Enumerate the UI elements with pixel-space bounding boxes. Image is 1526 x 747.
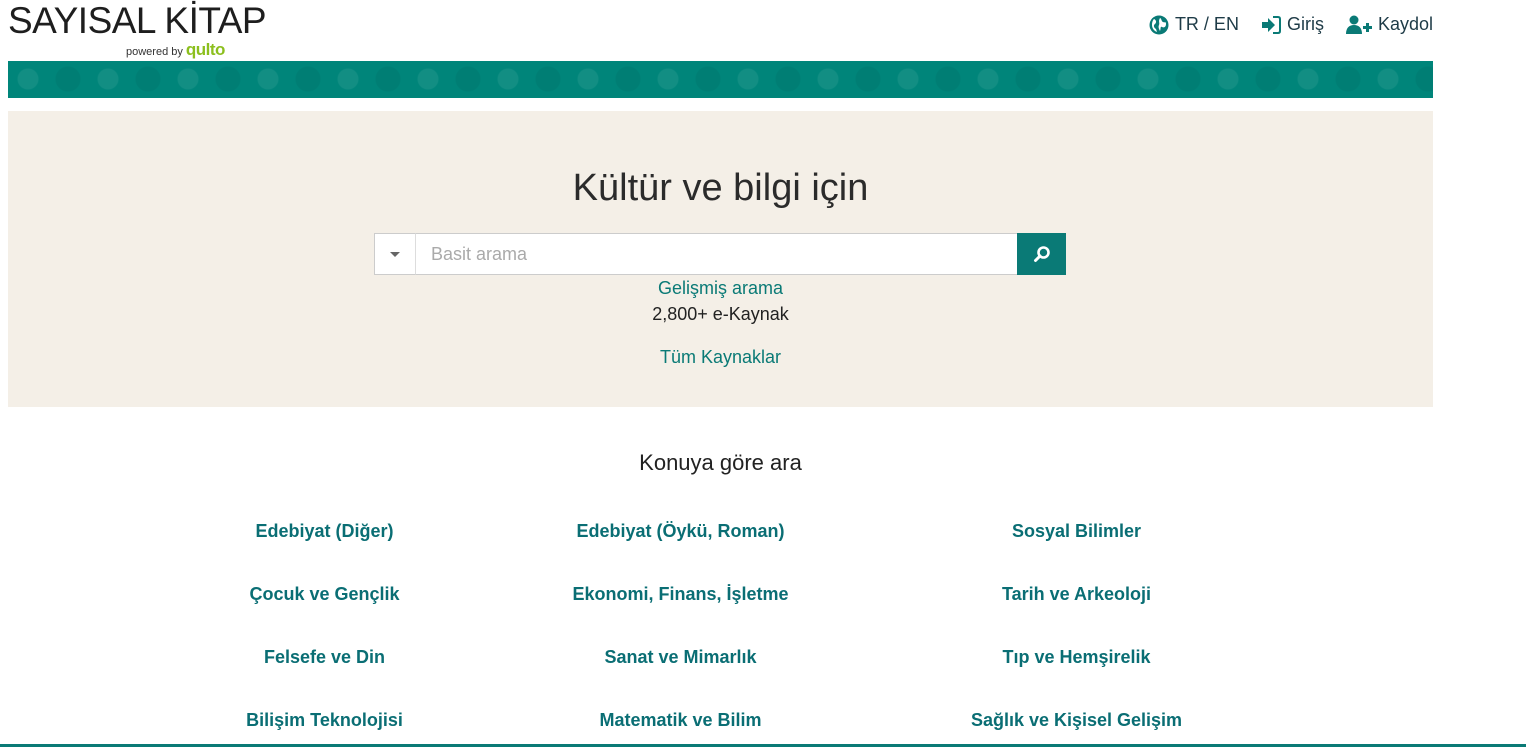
qulto-logo: qulto xyxy=(185,40,226,59)
all-resources-link[interactable]: Tüm Kaynaklar xyxy=(8,347,1433,368)
hero-title: Kültür ve bilgi için xyxy=(572,167,869,209)
subject-link[interactable]: Tıp ve Hemşirelik xyxy=(879,644,1275,670)
language-switch[interactable]: TR / EN xyxy=(1149,14,1239,35)
subject-link[interactable]: Tarih ve Arkeoloji xyxy=(879,581,1275,607)
caret-down-icon xyxy=(390,251,400,257)
subject-link[interactable]: Sağlık ve Kişisel Gelişim xyxy=(879,707,1275,733)
header: SAYISAL KİTAP powered by qulto TR / EN Gi… xyxy=(8,0,1433,61)
subject-link[interactable]: Çocuk ve Gençlik xyxy=(167,581,483,607)
login-link[interactable]: Giriş xyxy=(1261,14,1324,35)
search-bar xyxy=(374,233,1066,275)
logo-powered-by: powered by qulto xyxy=(126,40,225,60)
register-label: Kaydol xyxy=(1377,14,1433,34)
register-link[interactable]: Kaydol xyxy=(1345,14,1433,35)
advanced-search-link[interactable]: Gelişmiş arama xyxy=(8,278,1433,299)
search-type-dropdown[interactable] xyxy=(374,233,416,275)
search-input[interactable] xyxy=(416,233,1017,275)
subject-link[interactable]: Matematik ve Bilim xyxy=(483,707,879,733)
subject-link[interactable]: Felsefe ve Din xyxy=(167,644,483,670)
resource-count: 2,800+ e-Kaynak xyxy=(652,304,789,324)
subject-link[interactable]: Edebiyat (Öykü, Roman) xyxy=(483,518,879,544)
language-label: TR / EN xyxy=(1174,14,1239,34)
logo[interactable]: SAYISAL KİTAP powered by qulto xyxy=(8,0,267,60)
subjects-title: Konuya göre ara xyxy=(639,450,802,475)
decorative-banner xyxy=(8,61,1433,98)
hero-section: Kültür ve bilgi için Gelişmiş arama 2,80… xyxy=(8,111,1433,407)
login-label: Giriş xyxy=(1286,14,1324,34)
subjects-grid: Edebiyat (Diğer) Edebiyat (Öykü, Roman) … xyxy=(8,518,1433,733)
subject-link[interactable]: Sanat ve Mimarlık xyxy=(483,644,879,670)
globe-icon xyxy=(1149,15,1169,34)
powered-by-label: powered by xyxy=(126,46,183,58)
top-nav: TR / EN Giriş Kaydol xyxy=(1149,14,1433,35)
search-icon xyxy=(1033,246,1050,262)
subject-link[interactable]: Sosyal Bilimler xyxy=(879,518,1275,544)
user-plus-icon xyxy=(1345,15,1372,34)
sign-in-icon xyxy=(1261,15,1281,34)
subject-link[interactable]: Edebiyat (Diğer) xyxy=(167,518,483,544)
subject-link[interactable]: Bilişim Teknolojisi xyxy=(167,707,483,733)
subject-link[interactable]: Ekonomi, Finans, İşletme xyxy=(483,581,879,607)
search-button[interactable] xyxy=(1017,233,1066,275)
logo-title: SAYISAL KİTAP xyxy=(8,0,267,41)
